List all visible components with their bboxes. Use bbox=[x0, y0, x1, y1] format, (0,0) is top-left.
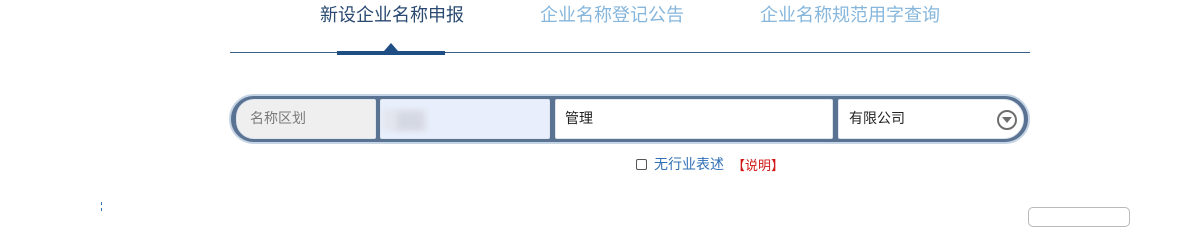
chevron-down-circle-icon[interactable] bbox=[997, 110, 1017, 130]
name-application-page: 新设企业名称申报 企业名称登记公告 企业名称规范用字查询 名称区划 管理 有限公… bbox=[0, 0, 1184, 227]
partial-button[interactable] bbox=[1028, 207, 1130, 227]
tab-name-standard-character-query[interactable]: 企业名称规范用字查询 bbox=[760, 4, 940, 28]
blurred-trade-name-shade bbox=[397, 112, 423, 130]
region-field[interactable]: 名称区划 bbox=[236, 99, 376, 139]
no-industry-label[interactable]: 无行业表述 bbox=[654, 154, 724, 174]
organization-form-value: 有限公司 bbox=[849, 111, 905, 127]
industry-field[interactable]: 管理 bbox=[555, 99, 833, 139]
company-name-search-bar: 名称区划 管理 有限公司 bbox=[229, 94, 1030, 144]
dashed-divider bbox=[101, 202, 102, 213]
explain-link[interactable]: 【说明】 bbox=[732, 155, 784, 174]
no-industry-option-row: 无行业表述 【说明】 bbox=[636, 154, 784, 174]
organization-form-select[interactable]: 有限公司 bbox=[838, 99, 1024, 139]
tab-company-name-registration-notice[interactable]: 企业名称登记公告 bbox=[540, 4, 684, 28]
trade-name-field[interactable] bbox=[380, 99, 550, 139]
active-tab-indicator bbox=[337, 51, 445, 55]
no-industry-checkbox[interactable] bbox=[636, 158, 647, 170]
tab-new-company-name-application[interactable]: 新设企业名称申报 bbox=[320, 4, 464, 28]
active-tab-caret-icon bbox=[384, 43, 398, 51]
